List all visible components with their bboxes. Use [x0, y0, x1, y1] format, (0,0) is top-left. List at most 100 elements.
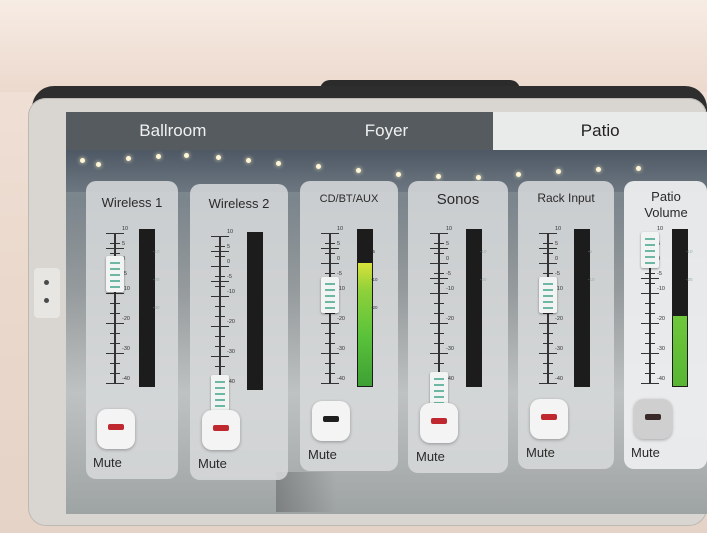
- background-people: [276, 472, 336, 512]
- string-light-icon: [276, 161, 281, 166]
- mute-button[interactable]: [312, 401, 350, 441]
- tab-foyer[interactable]: Foyer: [280, 112, 494, 150]
- scale-minor-tick: [110, 353, 120, 354]
- mute-indicator-icon: [323, 416, 339, 422]
- scale-minor-tick: [215, 336, 225, 337]
- mute-label: Mute: [416, 449, 445, 464]
- scale-minor-tick: [325, 383, 335, 384]
- scale-minor-tick: [434, 253, 444, 254]
- scale-minor-tick: [543, 323, 553, 324]
- scale-label: 0: [446, 256, 450, 262]
- scale-minor-tick: [434, 343, 444, 344]
- string-light-icon: [356, 168, 361, 173]
- string-light-icon: [596, 167, 601, 172]
- scale-label: 5: [122, 241, 126, 247]
- fader-thumb-icon[interactable]: [106, 256, 124, 292]
- scale-label: -20: [227, 319, 235, 325]
- tab-ballroom[interactable]: Ballroom: [66, 112, 280, 150]
- scale-label: -30: [337, 346, 345, 352]
- meter-label: -20: [686, 277, 693, 282]
- fader-thumb-icon[interactable]: [211, 375, 229, 411]
- scale-minor-tick: [215, 256, 225, 257]
- string-light-icon: [184, 153, 189, 158]
- scale-minor-tick: [645, 313, 655, 314]
- fader-thumb-icon[interactable]: [321, 277, 339, 313]
- mute-button[interactable]: [530, 399, 568, 439]
- scale-minor-tick: [325, 263, 335, 264]
- scale-label: -10: [227, 289, 235, 295]
- scale-label: 0: [337, 256, 341, 262]
- fader-scale: 1050-5-10-20-30-40: [430, 226, 454, 384]
- level-meter: -10 -20: [466, 229, 487, 387]
- scale-label: 0: [227, 259, 231, 265]
- background-wall: [0, 0, 707, 92]
- channel-name: Wireless 2: [208, 196, 270, 211]
- meter-label: -30: [153, 305, 160, 310]
- scale-minor-tick: [543, 373, 553, 374]
- mute-indicator-icon: [541, 414, 557, 420]
- scale-minor-tick: [543, 353, 553, 354]
- scale-minor-tick: [325, 233, 335, 234]
- mute-button[interactable]: [634, 399, 672, 439]
- scale-tick: [211, 281, 229, 282]
- scale-label: 10: [657, 226, 664, 232]
- mute-button[interactable]: [97, 409, 135, 449]
- scale-minor-tick: [434, 273, 444, 274]
- scale-minor-tick: [215, 346, 225, 347]
- scale-minor-tick: [543, 333, 553, 334]
- meter-label: -20: [371, 305, 378, 310]
- scale-tick: [430, 248, 448, 249]
- channel-name: Patio Volume: [644, 189, 688, 220]
- scale-minor-tick: [110, 233, 120, 234]
- scale-label: -40: [337, 376, 345, 382]
- scale-minor-tick: [543, 263, 553, 264]
- scale-label: 5: [337, 241, 341, 247]
- channel-name: Rack Input: [537, 191, 595, 205]
- mute-button[interactable]: [420, 403, 458, 443]
- scale-minor-tick: [543, 343, 553, 344]
- scale-minor-tick: [434, 353, 444, 354]
- scale-minor-tick: [325, 333, 335, 334]
- scale-label: 5: [555, 241, 559, 247]
- scale-minor-tick: [110, 333, 120, 334]
- fader-scale: 1050-5-10-20-30-40: [211, 229, 235, 387]
- fader-thumb-icon[interactable]: [539, 277, 557, 313]
- scale-label: 5: [227, 244, 231, 250]
- scale-minor-tick: [434, 283, 444, 284]
- string-light-icon: [246, 158, 251, 163]
- meter-label: -10: [371, 277, 378, 282]
- fader-thumb-icon[interactable]: [641, 232, 659, 268]
- zone-tabs: Ballroom Foyer Patio: [66, 112, 707, 150]
- string-light-icon: [156, 154, 161, 159]
- scale-minor-tick: [215, 276, 225, 277]
- scale-minor-tick: [543, 363, 553, 364]
- tab-patio[interactable]: Patio: [493, 112, 707, 150]
- meter-label: -5: [588, 249, 593, 254]
- scale-label: -30: [122, 346, 130, 352]
- scale-minor-tick: [434, 263, 444, 264]
- meter-label: -20: [153, 277, 160, 282]
- scale-minor-tick: [110, 343, 120, 344]
- mute-button[interactable]: [202, 410, 240, 450]
- string-light-icon: [556, 169, 561, 174]
- scale-minor-tick: [325, 273, 335, 274]
- mute-indicator-icon: [431, 418, 447, 424]
- scale-minor-tick: [645, 303, 655, 304]
- scale-minor-tick: [325, 353, 335, 354]
- scale-minor-tick: [434, 323, 444, 324]
- scale-label: 5: [446, 241, 450, 247]
- scale-label: -40: [555, 376, 563, 382]
- scale-minor-tick: [325, 373, 335, 374]
- scale-label: -5: [657, 271, 662, 277]
- string-light-icon: [96, 162, 101, 167]
- mute-label: Mute: [93, 455, 122, 470]
- string-light-icon: [396, 172, 401, 177]
- scale-label: -20: [122, 316, 130, 322]
- scale-tick: [106, 248, 124, 249]
- channel-name: Wireless 1: [101, 195, 163, 210]
- scale-label: 10: [446, 226, 453, 232]
- meter-label: -10: [480, 249, 487, 254]
- scale-label: -30: [446, 346, 454, 352]
- channel-strip: CD/BT/AUX 10 5 0 -5 -10 -20 -30 -40 -5 -10 -20 Mute: [300, 181, 398, 471]
- string-light-icon: [436, 174, 441, 179]
